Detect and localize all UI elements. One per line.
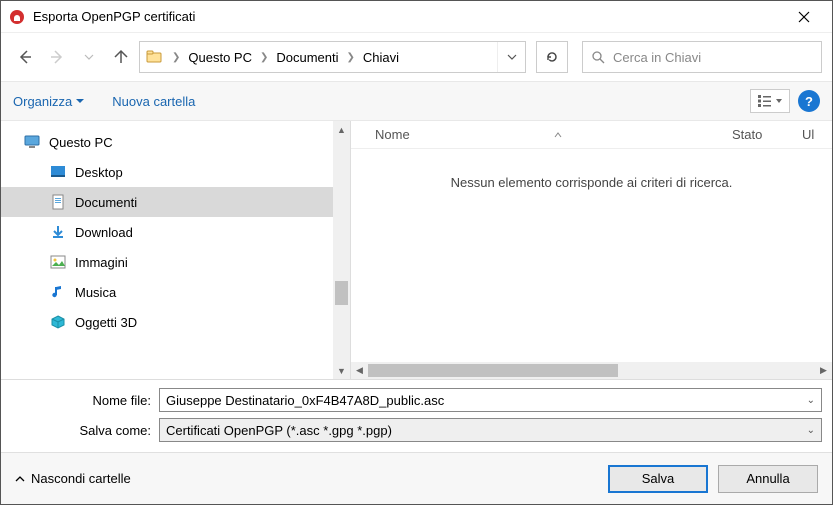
tree-root-thispc[interactable]: Questo PC	[1, 127, 350, 157]
saveas-combo[interactable]: Certificati OpenPGP (*.asc *.gpg *.pgp) …	[159, 418, 822, 442]
cube-icon	[49, 314, 67, 330]
saveas-label: Salva come:	[11, 423, 151, 438]
scroll-left-icon[interactable]: ◀	[351, 365, 368, 376]
search-placeholder: Cerca in Chiavi	[613, 50, 701, 65]
breadcrumb-dropdown[interactable]	[497, 42, 525, 72]
column-ul[interactable]: Ul	[802, 127, 832, 142]
column-state[interactable]: Stato	[732, 127, 802, 142]
image-icon	[49, 254, 67, 270]
breadcrumb-item[interactable]: Chiavi	[359, 50, 403, 65]
download-icon	[49, 224, 67, 240]
filename-input[interactable]: Giuseppe Destinatario_0xF4B47A8D_public.…	[159, 388, 822, 412]
tree-item-images[interactable]: Immagini	[1, 247, 350, 277]
folder-icon	[140, 48, 168, 66]
chevron-up-icon	[15, 474, 25, 484]
chevron-right-icon: ❯	[168, 52, 184, 63]
chevron-down-icon[interactable]: ⌄	[807, 395, 815, 406]
app-icon	[9, 9, 25, 25]
cancel-button[interactable]: Annulla	[718, 465, 818, 493]
tree-item-3dobjects[interactable]: Oggetti 3D	[1, 307, 350, 337]
save-button[interactable]: Salva	[608, 465, 708, 493]
tree-item-downloads[interactable]: Download	[1, 217, 350, 247]
back-button[interactable]	[11, 43, 39, 71]
close-button[interactable]	[784, 1, 824, 33]
sidebar: Questo PC Desktop Documenti Download Imm…	[1, 121, 351, 379]
scroll-up-icon[interactable]: ▲	[333, 121, 350, 138]
breadcrumb-item[interactable]: Questo PC	[184, 50, 256, 65]
breadcrumb-item[interactable]: Documenti	[272, 50, 342, 65]
filename-label: Nome file:	[11, 393, 151, 408]
chevron-right-icon: ❯	[256, 52, 272, 63]
help-button[interactable]: ?	[798, 90, 820, 112]
column-headers: Nome Stato Ul	[351, 121, 832, 149]
chevron-right-icon: ❯	[343, 52, 359, 63]
hscroll-thumb[interactable]	[368, 364, 618, 377]
computer-icon	[23, 133, 41, 151]
music-icon	[49, 284, 67, 300]
forward-button[interactable]	[43, 43, 71, 71]
document-icon	[49, 194, 67, 210]
chevron-down-icon[interactable]: ⌄	[807, 425, 815, 436]
file-list-area: Nome Stato Ul Nessun elemento corrispond…	[351, 121, 832, 379]
tree-item-music[interactable]: Musica	[1, 277, 350, 307]
scroll-thumb[interactable]	[335, 281, 348, 305]
scroll-down-icon[interactable]: ▼	[333, 362, 350, 379]
recent-dropdown[interactable]	[75, 43, 103, 71]
breadcrumb[interactable]: ❯ Questo PC ❯ Documenti ❯ Chiavi	[139, 41, 526, 73]
organize-menu[interactable]: Organizza	[13, 94, 84, 109]
hide-folders-toggle[interactable]: Nascondi cartelle	[15, 471, 131, 486]
search-input[interactable]: Cerca in Chiavi	[582, 41, 822, 73]
column-name[interactable]: Nome	[363, 127, 732, 142]
refresh-button[interactable]	[536, 41, 568, 73]
view-options-button[interactable]	[750, 89, 790, 113]
empty-message: Nessun elemento corrisponde ai criteri d…	[351, 149, 832, 362]
desktop-icon	[49, 164, 67, 180]
scroll-right-icon[interactable]: ▶	[815, 365, 832, 376]
window-title: Esporta OpenPGP certificati	[33, 9, 784, 24]
new-folder-button[interactable]: Nuova cartella	[112, 94, 195, 109]
file-hscrollbar[interactable]: ◀ ▶	[351, 362, 832, 379]
search-icon	[591, 50, 605, 64]
sidebar-scrollbar[interactable]: ▲ ▼	[333, 121, 350, 379]
tree-item-documents[interactable]: Documenti	[1, 187, 350, 217]
tree-item-desktop[interactable]: Desktop	[1, 157, 350, 187]
up-button[interactable]	[107, 43, 135, 71]
